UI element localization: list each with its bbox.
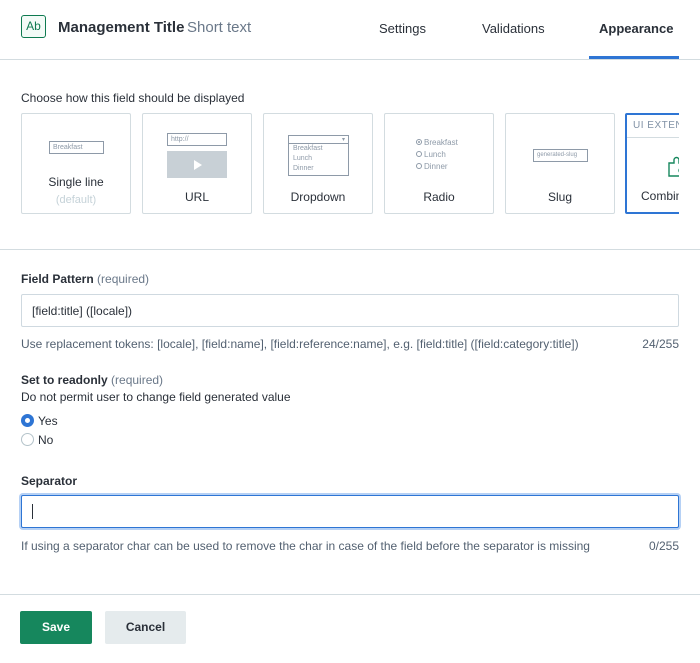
appearance-card-ui-extension[interactable]: UI EXTEN Combin: [625, 113, 679, 214]
card-sublabel: (default): [55, 194, 97, 206]
video-preview: [167, 151, 227, 178]
appearance-card-dropdown[interactable]: ▾ Breakfast Lunch Dinner Dropdown: [263, 113, 373, 214]
card-label: URL: [184, 190, 209, 204]
url-preview: http://: [167, 133, 227, 146]
radio-preview: Breakfast Lunch Dinner: [416, 137, 458, 173]
readonly-option-yes[interactable]: Yes: [21, 414, 58, 428]
ui-extension-band: UI EXTEN: [627, 115, 679, 138]
field-pattern-help: Use replacement tokens: [locale], [field…: [21, 337, 579, 351]
dropdown-preview: ▾ Breakfast Lunch Dinner: [288, 135, 349, 176]
readonly-option-no[interactable]: No: [21, 433, 53, 447]
separator-counter: 0/255: [648, 539, 679, 553]
card-label: Slug: [547, 190, 573, 204]
field-title: Management Title: [58, 19, 185, 36]
separator-input[interactable]: [21, 495, 679, 528]
tab-appearance[interactable]: Appearance: [599, 21, 673, 36]
readonly-label: Set to readonly (required): [21, 373, 164, 387]
radio-dot-icon: [416, 162, 422, 169]
card-label: Combin: [641, 189, 679, 203]
appearance-card-slug[interactable]: generated-slug Slug: [505, 113, 615, 214]
readonly-description: Do not permit user to change field gener…: [21, 390, 291, 404]
play-icon: [194, 159, 202, 170]
appearance-card-url[interactable]: http:// URL: [142, 113, 252, 214]
card-label: Dropdown: [290, 190, 346, 204]
field-pattern-counter: 24/255: [642, 337, 679, 351]
save-button[interactable]: Save: [20, 611, 92, 644]
field-type: Short text: [187, 19, 252, 36]
appearance-prompt: Choose how this field should be displaye…: [21, 91, 245, 105]
short-text-icon: Ab: [21, 15, 46, 38]
card-label: Radio: [423, 190, 455, 204]
single-line-preview: Breakfast: [49, 141, 104, 154]
field-pattern-label: Field Pattern (required): [21, 272, 150, 286]
field-header: Ab Management Title Short text Settings …: [0, 0, 700, 60]
cancel-button[interactable]: Cancel: [105, 611, 186, 644]
radio-dot-icon: [416, 150, 422, 157]
chevron-down-icon: ▾: [341, 137, 345, 143]
separator-help: If using a separator char can be used to…: [21, 539, 590, 553]
tab-settings[interactable]: Settings: [379, 21, 426, 36]
field-pattern-input[interactable]: [21, 294, 679, 327]
radio-dot-icon: [416, 138, 422, 145]
appearance-card-single-line[interactable]: Breakfast Single line (default): [21, 113, 131, 214]
active-tab-indicator: [589, 56, 679, 59]
appearance-card-radio[interactable]: Breakfast Lunch Dinner Radio: [384, 113, 494, 214]
appearance-section: Choose how this field should be displaye…: [0, 60, 700, 250]
tab-validations[interactable]: Validations: [482, 21, 545, 36]
form-footer: Save Cancel: [0, 594, 700, 663]
separator-label: Separator: [21, 474, 78, 488]
appearance-cards: Breakfast Single line (default) http:// …: [21, 113, 679, 214]
card-label: Single line: [48, 175, 104, 189]
text-caret: [32, 504, 33, 519]
radio-checked-icon[interactable]: [21, 414, 34, 428]
slug-preview: generated-slug: [533, 149, 588, 162]
radio-unchecked-icon[interactable]: [21, 433, 34, 447]
puzzle-icon: [668, 156, 679, 177]
